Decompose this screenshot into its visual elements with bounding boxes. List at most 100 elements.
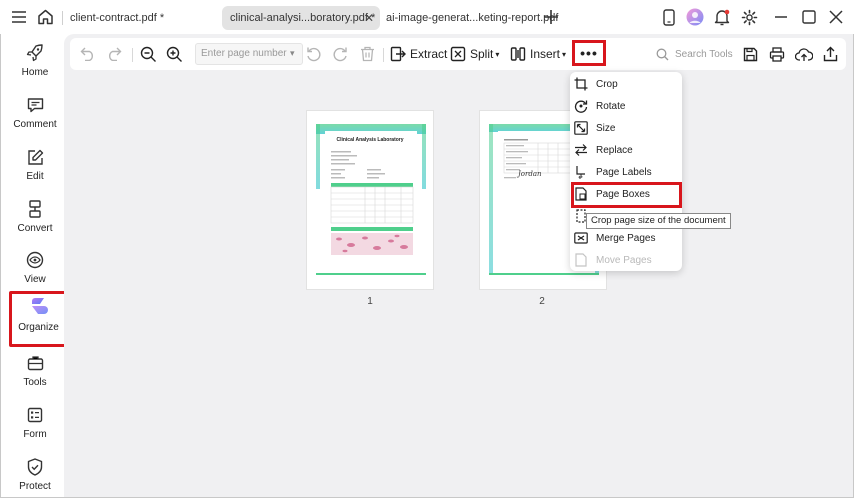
split-label: Split	[470, 47, 494, 61]
svg-text:#: #	[578, 174, 583, 179]
edit-icon	[25, 147, 45, 167]
menu-item-label: Crop	[596, 78, 618, 90]
page-number-input[interactable]: Enter page number	[195, 43, 303, 65]
add-tab-icon[interactable]	[542, 8, 560, 26]
rotate-left-icon[interactable]	[306, 44, 322, 64]
menu-item-label: Replace	[596, 144, 633, 156]
redo-icon[interactable]	[106, 44, 122, 64]
insert-label: Insert	[530, 47, 561, 61]
split-icon	[450, 46, 466, 62]
tab-ai-image-report[interactable]: ai-image-generat...keting-report.pdf	[378, 6, 558, 30]
sidebar-item-label: View	[24, 274, 46, 285]
sidebar-item-label: Convert	[17, 223, 53, 234]
sidebar-item-label: Organize	[18, 322, 59, 333]
menu-item-label: Merge Pages	[596, 232, 656, 244]
menu-item-label: Move Pages	[596, 254, 652, 266]
page-number-2: 2	[539, 296, 545, 307]
organize-toolbar: Enter page number ▾ Extract Split ▾ Inse…	[70, 38, 846, 70]
tab-client-contract[interactable]: client-contract.pdf *	[62, 6, 212, 30]
delete-icon[interactable]	[360, 44, 375, 64]
menu-item-page-labels[interactable]: # Page Labels	[570, 161, 682, 183]
move-pages-icon	[574, 253, 588, 267]
undo-icon[interactable]	[80, 44, 96, 64]
tools-icon	[25, 353, 45, 373]
tab-clinical-analysis[interactable]: clinical-analysi...boratory.pdf * ✕	[222, 6, 380, 30]
sidebar-item-label: Protect	[19, 481, 51, 492]
protect-icon	[25, 457, 45, 477]
sidebar-item-form[interactable]: Form	[2, 402, 68, 448]
convert-icon	[25, 199, 45, 219]
split-button[interactable]: Split ▾	[450, 44, 499, 64]
close-icon[interactable]: ✕	[364, 6, 374, 30]
print-icon[interactable]	[769, 44, 785, 64]
sidebar-item-view[interactable]: View	[2, 247, 68, 293]
menu-icon[interactable]	[10, 8, 28, 26]
sidebar-item-organize[interactable]: Organize	[9, 291, 68, 347]
size-icon	[574, 121, 588, 135]
search-tools-placeholder: Search Tools	[675, 48, 733, 60]
sidebar-item-label: Form	[23, 429, 47, 440]
share-icon[interactable]	[823, 44, 838, 64]
sidebar-item-home[interactable]: Home	[2, 40, 68, 86]
chevron-down-icon: ▾	[495, 49, 500, 59]
organize-icon	[29, 297, 49, 317]
toolbar-divider	[383, 48, 384, 62]
menu-item-size[interactable]: Size	[570, 117, 682, 139]
phone-icon[interactable]	[660, 8, 678, 26]
cloud-upload-icon[interactable]	[795, 44, 813, 64]
toolbar-divider	[132, 48, 133, 62]
search-icon	[656, 48, 669, 60]
menu-item-crop[interactable]: Crop	[570, 73, 682, 95]
more-options-menu: Crop Rotate Size Replace # Page Labels P…	[570, 72, 682, 271]
maximize-icon[interactable]	[800, 8, 818, 26]
replace-icon	[574, 143, 588, 157]
save-icon[interactable]	[743, 44, 758, 64]
minimize-icon[interactable]	[772, 8, 790, 26]
sidebar-item-label: Edit	[26, 171, 44, 182]
rotate-right-icon[interactable]	[332, 44, 348, 64]
form-icon	[25, 405, 45, 425]
page-title: Clinical Analysis Laboratory	[336, 137, 404, 143]
sidebar-item-label: Home	[21, 67, 49, 78]
sidebar-item-convert[interactable]: Convert	[2, 196, 68, 242]
sidebar-item-label: Tools	[23, 377, 47, 388]
sidebar-item-comment[interactable]: Comment	[2, 92, 68, 138]
signature: Jordan	[518, 170, 542, 178]
sidebar-item-tools[interactable]: Tools	[2, 350, 68, 396]
menu-item-label: Page Labels	[596, 166, 652, 178]
page-thumbnail-1[interactable]: Clinical Analysis Laboratory	[306, 110, 434, 290]
menu-item-label: Rotate	[596, 100, 626, 112]
sidebar-item-edit[interactable]: Edit	[2, 144, 68, 190]
page-boxes-tooltip: Crop page size of the document	[586, 213, 731, 229]
search-tools-input[interactable]: Search Tools	[656, 44, 733, 64]
extract-label: Extract	[410, 47, 448, 61]
sidebar-item-protect[interactable]: Protect	[2, 454, 68, 498]
bell-icon[interactable]	[713, 8, 731, 26]
rocket-icon	[25, 43, 45, 63]
menu-item-move-pages[interactable]: Move Pages	[570, 249, 682, 271]
chevron-down-icon: ▾	[562, 49, 567, 59]
extract-button[interactable]: Extract	[390, 44, 447, 64]
menu-item-rotate[interactable]: Rotate	[570, 95, 682, 117]
page-labels-icon: #	[574, 165, 588, 179]
settings-icon[interactable]	[740, 8, 758, 26]
chevron-down-icon[interactable]: ▾	[290, 48, 295, 59]
tab-label: ai-image-generat...keting-report.pdf	[386, 12, 559, 24]
rotate-icon	[574, 99, 588, 113]
menu-item-replace[interactable]: Replace	[570, 139, 682, 161]
tab-label: client-contract.pdf *	[70, 12, 165, 24]
menu-item-label: Size	[596, 122, 616, 134]
home-icon[interactable]	[36, 8, 54, 26]
avatar-icon[interactable]	[686, 8, 704, 26]
more-options-button[interactable]: •••	[572, 40, 606, 66]
menu-item-merge-pages[interactable]: Merge Pages	[570, 227, 682, 249]
crop-icon	[574, 77, 588, 91]
insert-button[interactable]: Insert ▾	[510, 44, 566, 64]
zoom-out-icon[interactable]	[140, 44, 157, 64]
title-bar: client-contract.pdf * clinical-analysi..…	[0, 0, 854, 34]
tab-label: clinical-analysi...boratory.pdf *	[230, 12, 376, 24]
window-close-icon[interactable]	[827, 8, 845, 26]
zoom-in-icon[interactable]	[166, 44, 183, 64]
extract-icon	[390, 46, 406, 62]
left-sidebar: Home Comment Edit Convert View Organize	[0, 34, 70, 498]
